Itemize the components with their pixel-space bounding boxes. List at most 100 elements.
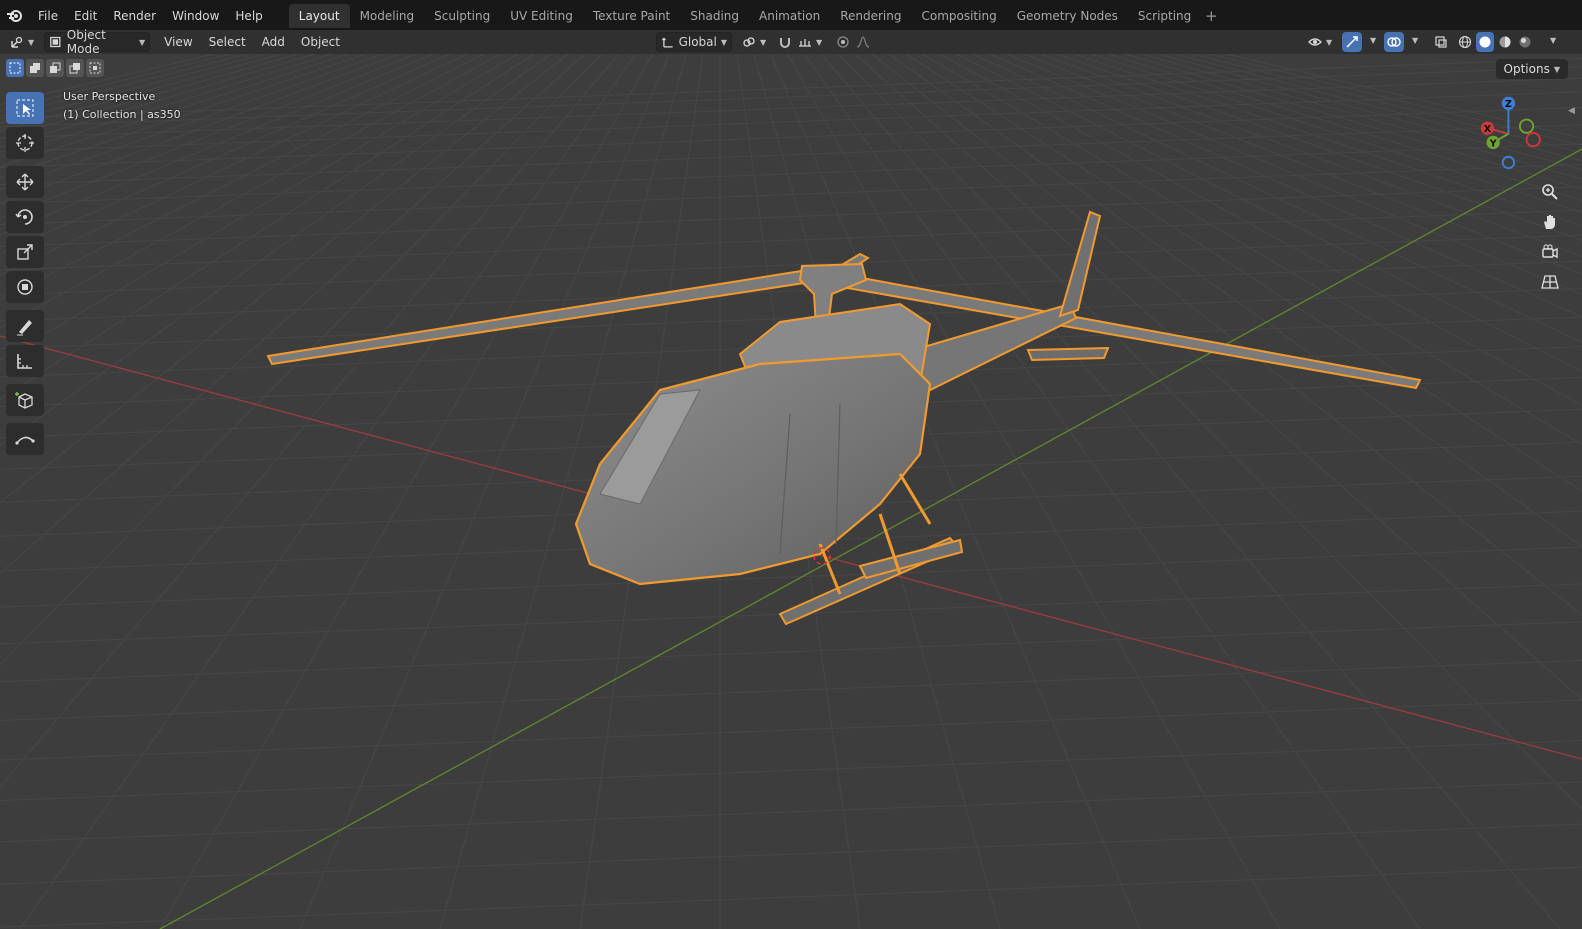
menu-add[interactable]: Add	[254, 31, 293, 53]
gizmo-neg-z[interactable]	[1501, 155, 1516, 170]
proportional-editing-toggle[interactable]	[832, 32, 854, 52]
wireframe-sphere-icon	[1458, 35, 1472, 49]
grid-line	[0, 124, 1582, 186]
tab-modeling[interactable]: Modeling	[350, 4, 425, 28]
proportional-falloff-button[interactable]	[852, 32, 874, 52]
chevron-down-icon: ▼	[1326, 37, 1333, 47]
chevron-down-icon: ▼	[1553, 64, 1560, 74]
menu-view[interactable]: View	[156, 31, 200, 53]
grid-line	[0, 621, 1582, 683]
overlays-toggle[interactable]	[1384, 32, 1404, 52]
pan-button[interactable]	[1536, 208, 1564, 236]
shading-wireframe-button[interactable]	[1456, 32, 1474, 52]
grid-line	[0, 77, 1582, 139]
annotate-icon	[17, 320, 32, 336]
perspective-label: User Perspective	[63, 90, 156, 103]
menu-edit[interactable]: Edit	[66, 5, 105, 27]
axes-editor-icon	[11, 36, 23, 48]
select-intersect-icon	[89, 62, 101, 74]
tab-sculpting[interactable]: Sculpting	[424, 4, 500, 28]
grid-line	[0, 740, 1582, 802]
navigation-gizmo[interactable]: Z X Y	[1476, 90, 1558, 172]
shading-material-button[interactable]	[1496, 32, 1514, 52]
tab-scripting[interactable]: Scripting	[1128, 4, 1201, 28]
annotate-tool[interactable]	[6, 310, 44, 342]
editor-type-button[interactable]: ▼	[6, 32, 38, 52]
blender-logo-icon[interactable]	[4, 5, 26, 27]
select-difference-button[interactable]	[66, 59, 84, 77]
tab-rendering[interactable]: Rendering	[830, 4, 911, 28]
link-icon	[743, 37, 755, 47]
measure-tool[interactable]	[6, 345, 44, 377]
proportional-icon	[837, 36, 849, 48]
workspace-tabs: Layout Modeling Sculpting UV Editing Tex…	[288, 4, 1222, 28]
menu-select[interactable]: Select	[201, 31, 254, 53]
extrude-curve-tool[interactable]	[6, 423, 44, 455]
select-box-tool[interactable]	[6, 92, 44, 124]
snap-increment-icon	[799, 39, 811, 47]
shading-solid-button[interactable]	[1476, 32, 1494, 52]
cursor-icon	[16, 134, 34, 152]
xray-icon	[1435, 36, 1447, 48]
snap-toggle[interactable]	[774, 32, 796, 52]
grid-perspective-icon	[1541, 275, 1559, 289]
transform-tool[interactable]	[6, 271, 44, 303]
chevron-down-icon: ▼	[760, 37, 767, 47]
scale-icon	[17, 244, 33, 260]
xray-toggle[interactable]	[1430, 32, 1452, 52]
move-tool[interactable]	[6, 166, 44, 198]
gizmo-toggle[interactable]	[1342, 32, 1362, 52]
transform-icon	[17, 279, 33, 295]
select-extend-button[interactable]	[26, 59, 44, 77]
shading-rendered-button[interactable]	[1516, 32, 1534, 52]
viewport-scene[interactable]	[0, 54, 1582, 929]
add-cube-tool[interactable]	[6, 384, 44, 416]
snap-target-button[interactable]: ▼	[794, 32, 826, 52]
chevron-down-icon[interactable]: ▼	[1412, 36, 1418, 45]
tab-uv-editing[interactable]: UV Editing	[500, 4, 583, 28]
select-subtract-button[interactable]	[46, 59, 64, 77]
camera-view-button[interactable]	[1536, 238, 1564, 266]
sidebar-toggle-icon[interactable]: ◀	[1568, 106, 1578, 120]
gizmo-icon	[1346, 36, 1358, 48]
tab-texture-paint[interactable]: Texture Paint	[583, 4, 680, 28]
hand-icon	[1544, 215, 1555, 229]
gizmo-z-label: Z	[1505, 99, 1512, 110]
chevron-down-icon[interactable]: ▼	[1550, 36, 1556, 45]
mode-select[interactable]: Object Mode ▼	[44, 28, 151, 56]
grid-line	[0, 209, 1582, 271]
gizmo-neg-y[interactable]	[1518, 118, 1535, 134]
menu-render[interactable]: Render	[105, 5, 164, 27]
select-intersect-button[interactable]	[86, 59, 104, 77]
gizmo-neg-x[interactable]	[1525, 131, 1541, 148]
magnet-icon	[780, 38, 790, 48]
tab-geometry-nodes[interactable]: Geometry Nodes	[1007, 4, 1128, 28]
pivot-point-button[interactable]: ▼	[738, 32, 770, 52]
chevron-down-icon: ▼	[816, 37, 823, 47]
zoom-button[interactable]	[1536, 178, 1564, 206]
eye-icon	[1308, 38, 1322, 46]
chevron-down-icon[interactable]: ▼	[1370, 36, 1376, 45]
perspective-toggle-button[interactable]	[1536, 268, 1564, 296]
rotate-tool[interactable]	[6, 201, 44, 233]
scale-tool[interactable]	[6, 236, 44, 268]
mode-label: Object Mode	[66, 28, 106, 56]
menu-help[interactable]: Help	[227, 5, 270, 27]
tab-animation[interactable]: Animation	[749, 4, 830, 28]
tab-layout[interactable]: Layout	[288, 4, 350, 28]
tab-shading[interactable]: Shading	[680, 4, 749, 28]
menu-file[interactable]: File	[30, 5, 66, 27]
rotor-blade-left	[266, 266, 826, 366]
add-workspace-button[interactable]: +	[1201, 5, 1221, 27]
select-new-button[interactable]	[6, 59, 24, 77]
tab-compositing[interactable]: Compositing	[911, 4, 1006, 28]
options-button[interactable]: Options ▼	[1495, 59, 1568, 79]
visibility-button[interactable]: ▼	[1304, 32, 1336, 52]
select-box-icon	[16, 99, 34, 117]
menu-object[interactable]: Object	[293, 31, 348, 53]
cursor-tool[interactable]	[6, 127, 44, 159]
3d-viewport[interactable]: Options ▼ User Perspective (1) Collectio…	[0, 54, 1582, 929]
menu-window[interactable]: Window	[164, 5, 227, 27]
transform-orientation-select[interactable]: Global ▼	[656, 32, 732, 52]
grid-line	[0, 57, 1582, 119]
